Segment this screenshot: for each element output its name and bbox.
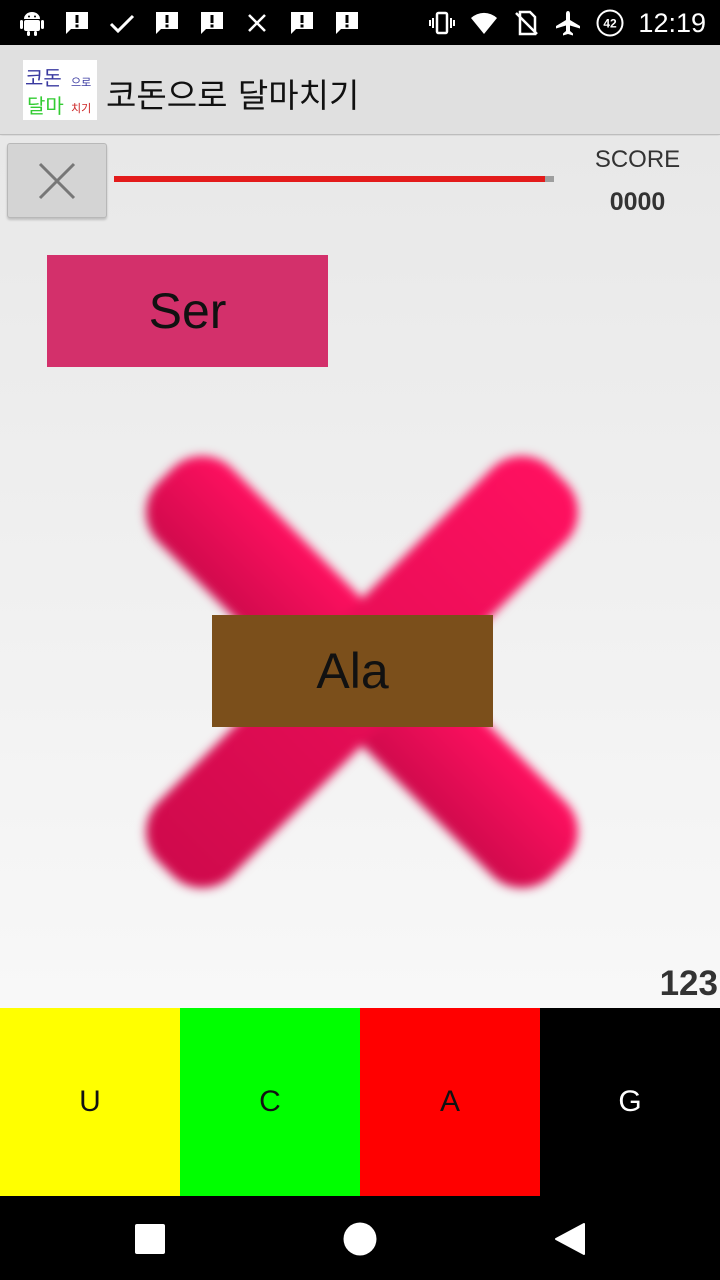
falling-amino-acid-card: Ala	[212, 615, 493, 727]
logo-text: 달마	[27, 94, 64, 118]
key-g-button[interactable]: G	[540, 1008, 720, 1196]
system-icons: 42 12:19	[428, 6, 706, 40]
no-sim-icon	[515, 10, 539, 36]
key-c-button[interactable]: C	[180, 1008, 360, 1196]
target-amino-acid-card: Ser	[47, 255, 328, 367]
android-icon	[20, 12, 44, 36]
navigation-bar	[0, 1196, 720, 1280]
remaining-counter: 123	[659, 964, 718, 1003]
close-icon	[38, 162, 76, 199]
battery-icon: 42	[596, 9, 624, 37]
score-label: SCORE	[594, 146, 681, 173]
app-bar: 코돈 으로 달마 치기 코돈으로 달마치기	[0, 45, 720, 135]
battery-level: 42	[604, 17, 618, 31]
alert-icon	[291, 12, 313, 34]
alert-icon	[156, 12, 178, 34]
time-progress-fill	[114, 176, 546, 182]
nucleotide-keypad: U C A G	[0, 1008, 720, 1196]
logo-text: 으로	[71, 76, 92, 89]
recents-icon[interactable]	[133, 1222, 167, 1256]
game-area: SCORE 0000 Ser Ala 123	[0, 136, 720, 1008]
status-bar: 42 12:19	[0, 0, 720, 45]
app-title: 코돈으로 달마치기	[106, 76, 360, 115]
clock: 12:19	[638, 7, 706, 38]
wifi-icon	[471, 12, 498, 34]
home-icon[interactable]	[343, 1222, 377, 1256]
close-icon	[248, 14, 266, 32]
logo-text: 코돈	[25, 66, 62, 90]
back-icon[interactable]	[553, 1222, 587, 1256]
airplane-icon	[556, 11, 581, 36]
close-button[interactable]	[7, 143, 107, 218]
alert-icon	[336, 12, 358, 34]
time-progress-bar	[114, 176, 554, 182]
score-value: 0000	[609, 188, 666, 216]
app-logo: 코돈 으로 달마 치기	[23, 60, 97, 120]
vibrate-icon	[429, 11, 456, 35]
notification-icons	[18, 6, 361, 40]
check-icon	[109, 14, 135, 34]
key-u-button[interactable]: U	[0, 1008, 180, 1196]
alert-icon	[201, 12, 223, 34]
alert-icon	[66, 12, 88, 34]
key-a-button[interactable]: A	[360, 1008, 540, 1196]
logo-text: 치기	[71, 102, 92, 115]
